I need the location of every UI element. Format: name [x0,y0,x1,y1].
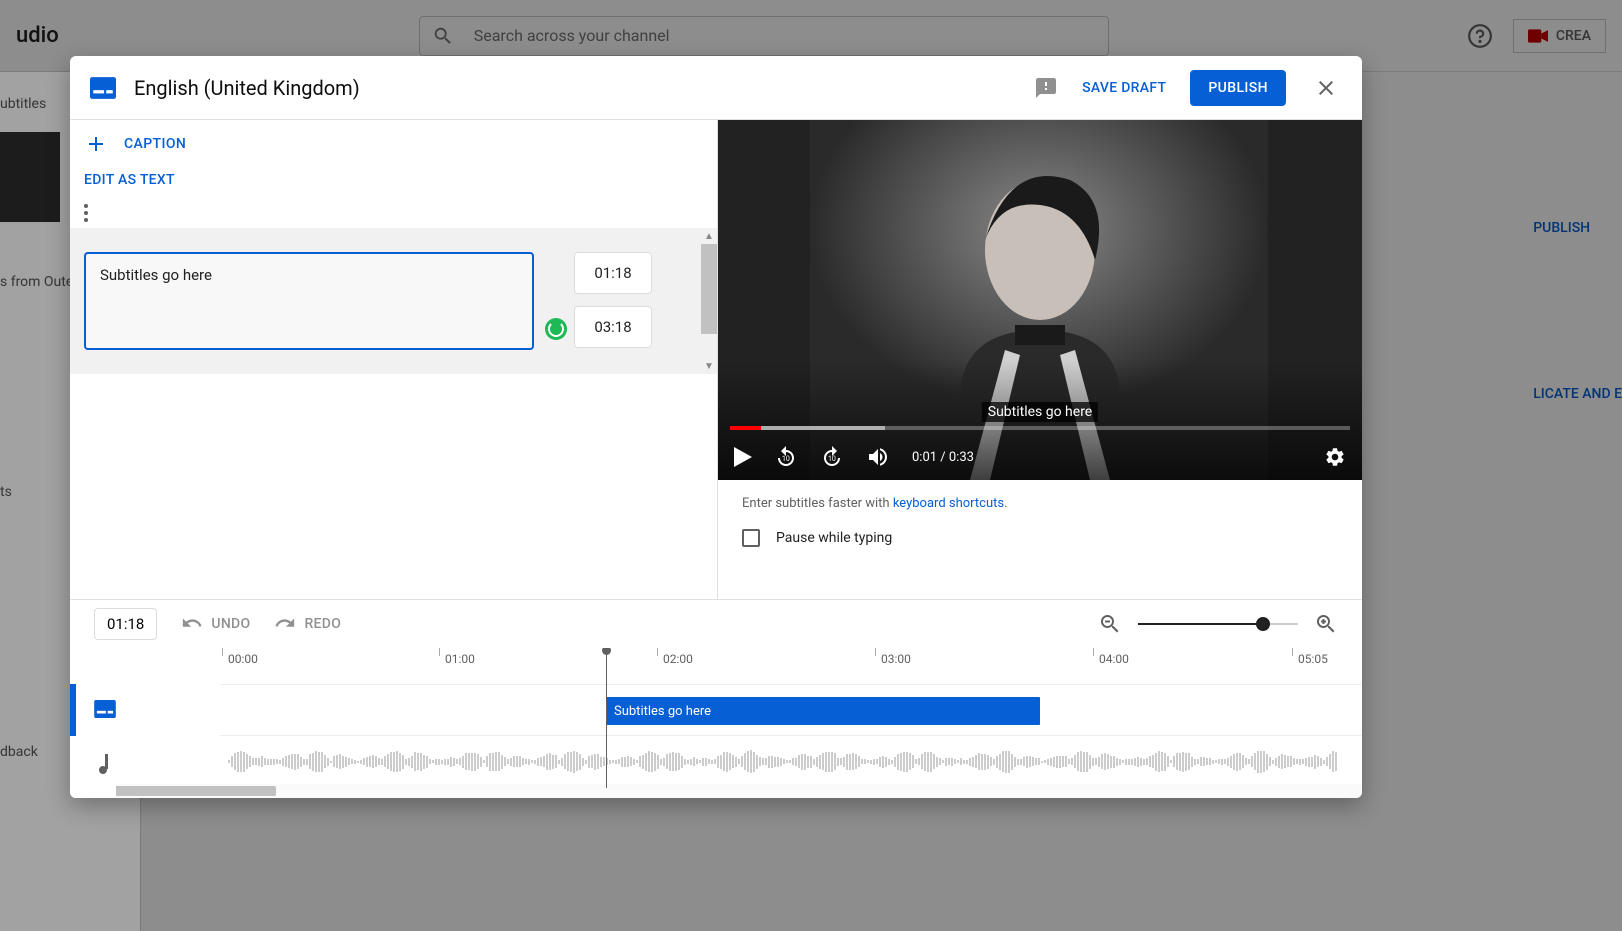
pause-while-typing-row: Pause while typing [718,521,1362,563]
undo-label: UNDO [211,616,250,632]
undo-button[interactable]: UNDO [181,615,250,633]
audio-track-icon [98,754,112,774]
scroll-thumb[interactable] [701,244,717,334]
caption-list: 01:18 03:18 ▲ ▼ [70,228,717,374]
close-icon [1314,76,1338,100]
more-options-button[interactable] [70,196,717,228]
start-time-input[interactable]: 01:18 [574,252,652,294]
tick-5: 05:05 [1298,652,1328,666]
play-button[interactable] [734,447,752,467]
zoom-slider[interactable] [1138,623,1298,625]
waveform [228,750,1354,774]
play-icon [734,447,752,467]
zoom-in-icon[interactable] [1314,612,1338,636]
caption-scrollbar[interactable]: ▲ ▼ [701,228,717,374]
edit-as-text-button[interactable]: EDIT AS TEXT [70,166,717,196]
subtitle-track[interactable]: Subtitles go here [220,684,1362,736]
keyboard-shortcuts-link[interactable]: keyboard shortcuts [893,496,1004,511]
saving-indicator-icon [545,318,567,340]
video-time: 0:01 / 0:33 [912,450,974,465]
close-button[interactable] [1310,72,1342,104]
timeline-left-column [70,648,116,798]
volume-button[interactable] [866,445,890,469]
tick-0: 00:00 [228,652,258,666]
caption-block[interactable]: Subtitles go here [606,697,1040,725]
caption-row: 01:18 03:18 [84,252,703,350]
caption-text-input[interactable] [84,252,534,350]
audio-track[interactable] [220,736,1362,788]
tick-4: 04:00 [1099,652,1129,666]
scroll-down-icon[interactable]: ▼ [701,358,717,374]
feedback-icon[interactable] [1034,76,1058,100]
pause-label: Pause while typing [776,530,892,546]
redo-label: REDO [304,616,341,632]
add-caption-label: CAPTION [124,136,186,152]
redo-button[interactable]: REDO [274,615,341,633]
timeline-horizontal-scrollbar[interactable] [70,784,1362,798]
save-draft-button[interactable]: SAVE DRAFT [1082,80,1166,96]
timeline: 01:18 UNDO REDO 00:00 [70,599,1362,798]
timeline-toolbar: 01:18 UNDO REDO [70,600,1362,648]
video-controls: 10 10 0:01 / 0:33 [718,434,1362,480]
zoom-out-icon[interactable] [1098,612,1122,636]
subtitles-track-icon [94,700,116,718]
volume-icon [866,445,890,469]
timeline-ruler[interactable]: 00:00 01:00 02:00 03:00 04:00 05:05 [220,648,1362,678]
end-time-input[interactable]: 03:18 [574,306,652,348]
publish-button[interactable]: PUBLISH [1190,70,1286,106]
keyboard-hint: Enter subtitles faster with keyboard sho… [718,480,1362,521]
plus-icon [84,132,108,156]
add-caption-button[interactable]: CAPTION [70,120,717,166]
tick-1: 01:00 [445,652,475,666]
video-player[interactable]: Subtitles go here 10 10 0:01 / 0:33 [718,120,1362,480]
redo-icon [274,615,296,633]
rewind-icon: 10 [774,445,798,469]
preview-pane: Subtitles go here 10 10 0:01 / 0:33 [718,120,1362,599]
playhead[interactable] [606,648,607,788]
dialog-title: English (United Kingdom) [134,76,360,100]
subtitle-editor-dialog: English (United Kingdom) SAVE DRAFT PUBL… [70,56,1362,798]
forward-icon: 10 [820,445,844,469]
kebab-icon [84,204,88,222]
rewind-10-button[interactable]: 10 [774,445,798,469]
undo-icon [181,615,203,633]
video-progress-bar[interactable] [730,426,1350,430]
timeline-body: 00:00 01:00 02:00 03:00 04:00 05:05 Subt… [70,648,1362,798]
svg-text:10: 10 [782,455,790,463]
svg-text:10: 10 [828,455,836,463]
forward-10-button[interactable]: 10 [820,445,844,469]
pause-checkbox[interactable] [742,529,760,547]
tick-2: 02:00 [663,652,693,666]
tick-3: 03:00 [881,652,911,666]
scroll-up-icon[interactable]: ▲ [701,228,717,244]
video-subtitle-overlay: Subtitles go here [982,402,1098,422]
caption-pane: CAPTION EDIT AS TEXT 01:18 03:18 ▲ [70,120,718,599]
settings-button[interactable] [1324,446,1346,468]
hint-suffix: . [1004,496,1007,511]
hint-prefix: Enter subtitles faster with [742,496,893,511]
gear-icon [1324,446,1346,468]
timeline-current-time[interactable]: 01:18 [94,608,157,640]
dialog-header: English (United Kingdom) SAVE DRAFT PUBL… [70,56,1362,120]
subtitles-icon [90,77,116,99]
dialog-body: CAPTION EDIT AS TEXT 01:18 03:18 ▲ [70,120,1362,599]
